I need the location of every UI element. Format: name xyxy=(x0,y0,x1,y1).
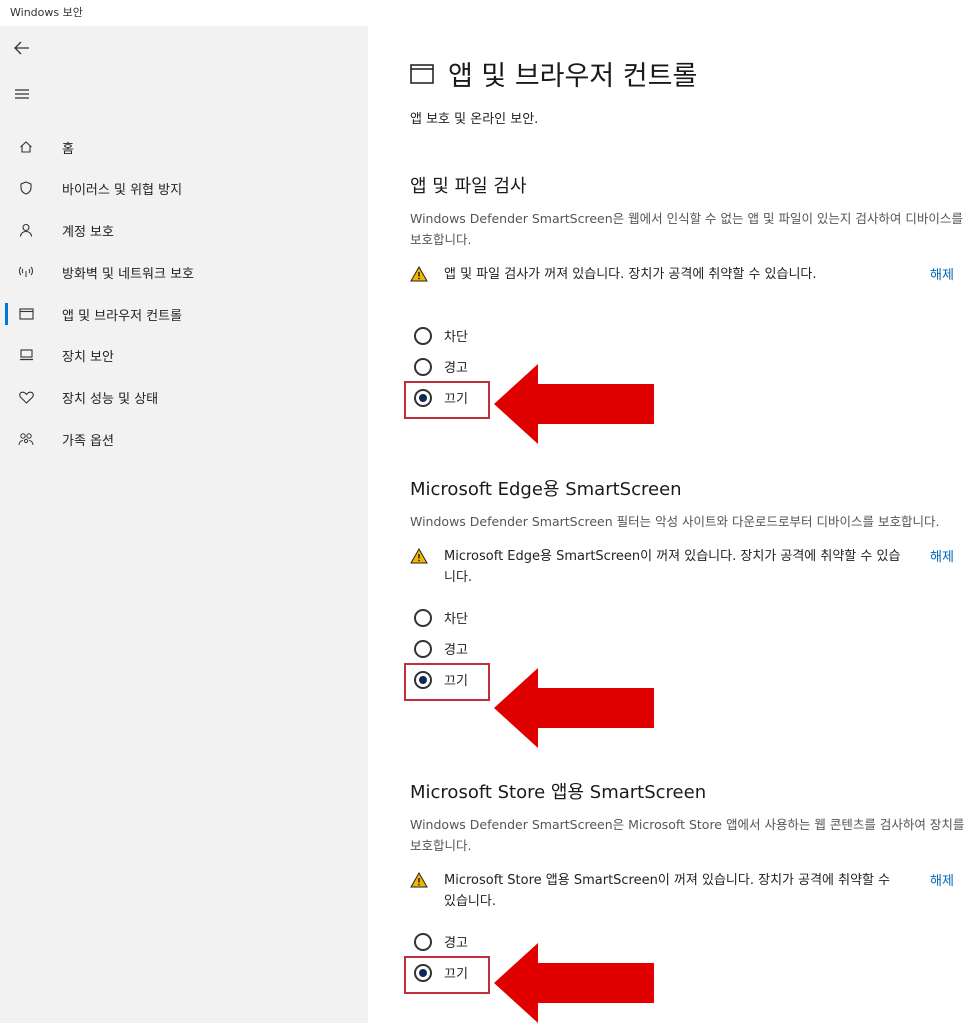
warning-text: Microsoft Store 앱용 SmartScreen이 꺼져 있습니다.… xyxy=(444,873,891,909)
radio-button[interactable] xyxy=(414,357,432,376)
section-description: Windows Defender SmartScreen은 Microsoft … xyxy=(410,817,965,853)
dismiss-link[interactable]: 해제 xyxy=(930,264,954,283)
section-title: Microsoft Edge용 SmartScreen xyxy=(410,479,682,500)
family-icon xyxy=(16,432,36,446)
page-title: 앱 및 브라우저 컨트롤 xyxy=(410,54,697,93)
radio-button[interactable] xyxy=(414,639,432,658)
radio-button[interactable] xyxy=(414,670,432,689)
section-description: Windows Defender SmartScreen 필터는 악성 사이트와… xyxy=(410,514,940,529)
radio-block[interactable]: 차단 xyxy=(410,320,967,351)
annotation-arrow-2 xyxy=(494,668,654,748)
sidebar-item-account-protection[interactable]: 계정 보호 xyxy=(0,214,368,246)
back-button[interactable] xyxy=(10,36,34,60)
sidebar-item-label: 장치 성능 및 상태 xyxy=(62,391,159,407)
dismiss-link[interactable]: 해제 xyxy=(930,546,954,565)
app-window-icon xyxy=(410,63,434,84)
sidebar-item-label: 방화벽 및 네트워크 보호 xyxy=(62,266,194,282)
section-title: Microsoft Store 앱용 SmartScreen xyxy=(410,782,707,803)
radio-label: 경고 xyxy=(444,361,468,376)
device-icon xyxy=(16,349,36,361)
radio-block[interactable]: 차단 xyxy=(410,602,967,633)
warning-text: Microsoft Edge용 SmartScreen이 꺼져 있습니다. 장치… xyxy=(444,549,901,585)
warning-icon xyxy=(410,266,428,282)
sidebar-item-firewall[interactable]: 방화벽 및 네트워크 보호 xyxy=(0,256,368,288)
radio-button[interactable] xyxy=(414,326,432,345)
menu-button[interactable] xyxy=(10,82,34,106)
warning-icon xyxy=(410,872,428,888)
radio-button[interactable] xyxy=(414,963,432,982)
annotation-arrow-1 xyxy=(494,364,654,444)
arrow-left-icon xyxy=(14,41,29,55)
dismiss-link[interactable]: 해제 xyxy=(930,870,954,889)
warning-icon xyxy=(410,548,428,564)
warning-message: Microsoft Store 앱용 SmartScreen이 꺼져 있습니다.… xyxy=(410,870,967,914)
hamburger-icon xyxy=(15,89,29,99)
radio-label: 경고 xyxy=(444,936,468,951)
main-content: 앱 및 브라우저 컨트롤 앱 보호 및 온라인 보안. 앱 및 파일 검사 Wi… xyxy=(368,26,967,1023)
warning-message: 앱 및 파일 검사가 꺼져 있습니다. 장치가 공격에 취약할 수 있습니다. … xyxy=(410,264,967,308)
home-icon xyxy=(16,140,36,154)
section-edge-smartscreen: Microsoft Edge용 SmartScreen Windows Defe… xyxy=(404,475,967,701)
page-title-text: 앱 및 브라우저 컨트롤 xyxy=(448,61,698,92)
sidebar-item-home[interactable]: 홈 xyxy=(0,131,368,163)
sidebar-item-label: 계정 보호 xyxy=(62,224,114,240)
sidebar-item-device-performance[interactable]: 장치 성능 및 상태 xyxy=(0,381,368,413)
sidebar-item-label: 앱 및 브라우저 컨트롤 xyxy=(62,308,183,324)
shield-icon xyxy=(16,181,36,195)
heart-icon xyxy=(16,391,36,404)
wireless-icon xyxy=(16,266,36,278)
section-title: 앱 및 파일 검사 xyxy=(410,176,527,197)
radio-button[interactable] xyxy=(414,932,432,951)
warning-text: 앱 및 파일 검사가 꺼져 있습니다. 장치가 공격에 취약할 수 있습니다. xyxy=(444,267,817,282)
section-description: Windows Defender SmartScreen은 웹에서 인식할 수 … xyxy=(410,211,963,247)
sidebar-item-app-browser-control[interactable]: 앱 및 브라우저 컨트롤 xyxy=(0,298,368,330)
sidebar-item-family-options[interactable]: 가족 옵션 xyxy=(0,423,368,455)
app-window-icon xyxy=(16,308,36,320)
radio-warn[interactable]: 경고 xyxy=(410,633,967,664)
sidebar: 홈 바이러스 및 위협 방지 계정 보호 방화벽 및 네트워크 보호 앱 및 브… xyxy=(0,26,368,1023)
sidebar-item-virus-protection[interactable]: 바이러스 및 위협 방지 xyxy=(0,172,368,204)
sidebar-item-label: 장치 보안 xyxy=(62,349,114,365)
radio-label: 경고 xyxy=(444,643,468,658)
radio-label: 차단 xyxy=(444,612,468,627)
radio-label: 차단 xyxy=(444,330,468,345)
page-subtitle: 앱 보호 및 온라인 보안. xyxy=(410,112,539,127)
sidebar-item-label: 가족 옵션 xyxy=(62,433,114,449)
sidebar-item-label: 홈 xyxy=(62,141,74,157)
sidebar-item-device-security[interactable]: 장치 보안 xyxy=(0,339,368,371)
window-title: Windows 보안 xyxy=(10,6,83,19)
sidebar-item-label: 바이러스 및 위협 방지 xyxy=(62,182,183,198)
annotation-arrow-3 xyxy=(494,943,654,1023)
person-icon xyxy=(16,223,36,237)
warning-message: Microsoft Edge용 SmartScreen이 꺼져 있습니다. 장치… xyxy=(410,546,967,590)
radio-button[interactable] xyxy=(414,388,432,407)
radio-button[interactable] xyxy=(414,608,432,627)
